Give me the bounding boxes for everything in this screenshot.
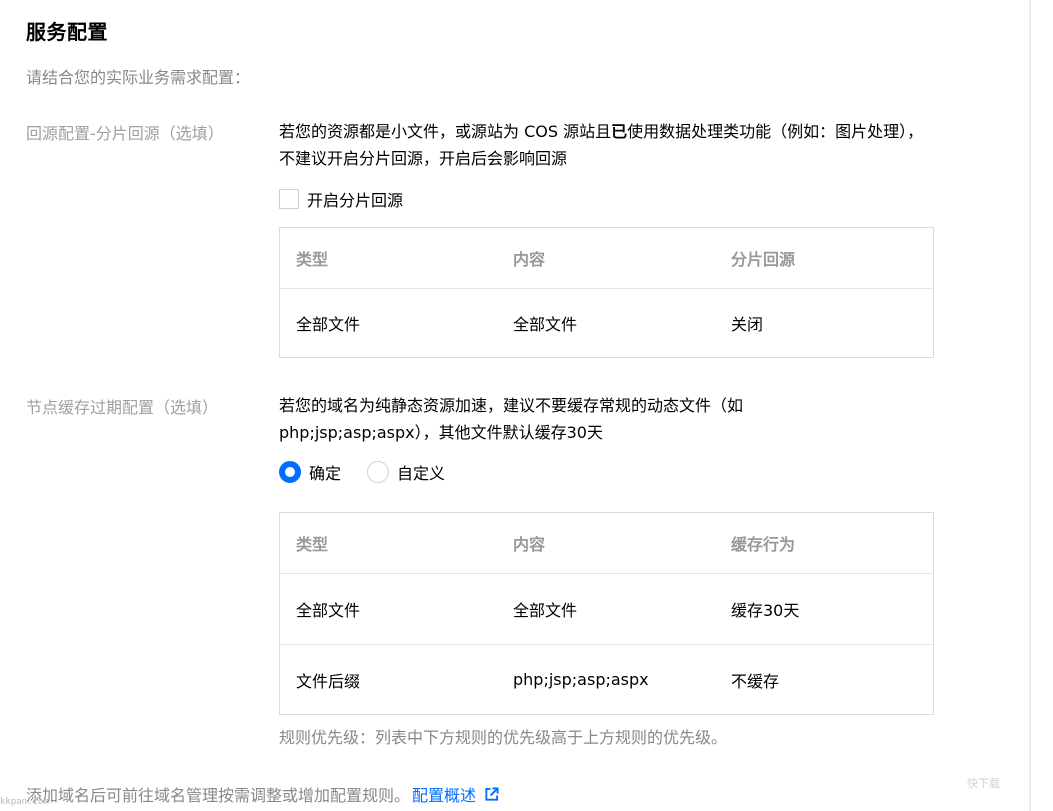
table-row: 全部文件 全部文件 缓存30天 [280,573,933,644]
cache-expire-label: 节点缓存过期配置（选填） [26,398,219,417]
table-header-content: 内容 [513,250,546,269]
cache-expire-table: 类型 内容 缓存行为 全部文件 全部文件 缓存30天 文件后缀 php;jsp;… [279,512,934,715]
footer-text: 添加域名后可前往域名管理按需调整或增加配置规则。 [26,786,411,805]
watermark-logo: 快下载 [967,777,1000,790]
radio-option-label[interactable]: 自定义 [397,460,445,484]
table-header-range-origin: 分片回源 [731,250,796,269]
range-origin-label: 回源配置-分片回源（选填） [26,124,224,143]
table-cell: 全部文件 [513,601,578,620]
radio-option-label[interactable]: 确定 [309,460,341,484]
table-cell: 不缓存 [731,671,780,691]
table-cell: 关闭 [731,315,764,334]
config-overview-link[interactable]: 配置概述 [412,782,476,806]
table-cell: php;jsp;asp;aspx [513,670,649,689]
external-link-icon[interactable] [484,786,499,802]
page-title: 服务配置 [26,20,108,44]
range-origin-checkbox[interactable] [279,189,299,209]
radio-option-confirm[interactable]: 确定 [279,460,341,484]
rule-priority-note: 规则优先级：列表中下方规则的优先级高于上方规则的优先级。 [279,728,728,747]
radio-option-custom[interactable]: 自定义 [367,460,445,484]
range-origin-description: 若您的资源都是小文件，或源站为 COS 源站且已使用数据处理类功能（例如：图片处… [279,118,939,172]
table-cell: 文件后缀 [296,671,361,691]
table-cell: 全部文件 [513,315,578,334]
footer: 添加域名后可前往域名管理按需调整或增加配置规则。 配置概述 [26,782,499,806]
table-header-cache-behavior: 缓存行为 [731,535,796,554]
cache-expire-description: 若您的域名为纯静态资源加速，建议不要缓存常规的动态文件（如php;jsp;asp… [279,396,744,442]
table-row: 文件后缀 php;jsp;asp;aspx 不缓存 [280,644,933,714]
table-header-row: 类型 内容 缓存行为 [280,513,933,573]
range-origin-table: 类型 内容 分片回源 全部文件 全部文件 关闭 [279,227,934,358]
range-origin-checkbox-label[interactable]: 开启分片回源 [307,187,403,211]
table-header-content: 内容 [513,535,546,554]
watermark-left: kkpan.com [0,797,49,807]
range-origin-desc-bold: 已 [611,122,628,141]
table-cell: 全部文件 [296,601,361,620]
table-cell: 全部文件 [296,315,361,334]
table-cell: 缓存30天 [731,601,800,620]
table-row: 全部文件 全部文件 关闭 [280,288,933,357]
table-header-row: 类型 内容 分片回源 [280,228,933,288]
cache-expire-radio-group: 确定 自定义 [279,460,471,484]
page-intro: 请结合您的实际业务需求配置： [26,68,251,87]
table-header-type: 类型 [296,250,329,269]
table-header-type: 类型 [296,535,329,554]
range-origin-checkbox-row[interactable]: 开启分片回源 [279,187,403,211]
radio-checked-icon[interactable] [279,461,301,483]
page-scroll-edge [1029,0,1031,811]
radio-unchecked-icon[interactable] [367,461,390,483]
range-origin-desc-part1: 若您的资源都是小文件，或源站为 COS 源站且 [279,122,612,141]
